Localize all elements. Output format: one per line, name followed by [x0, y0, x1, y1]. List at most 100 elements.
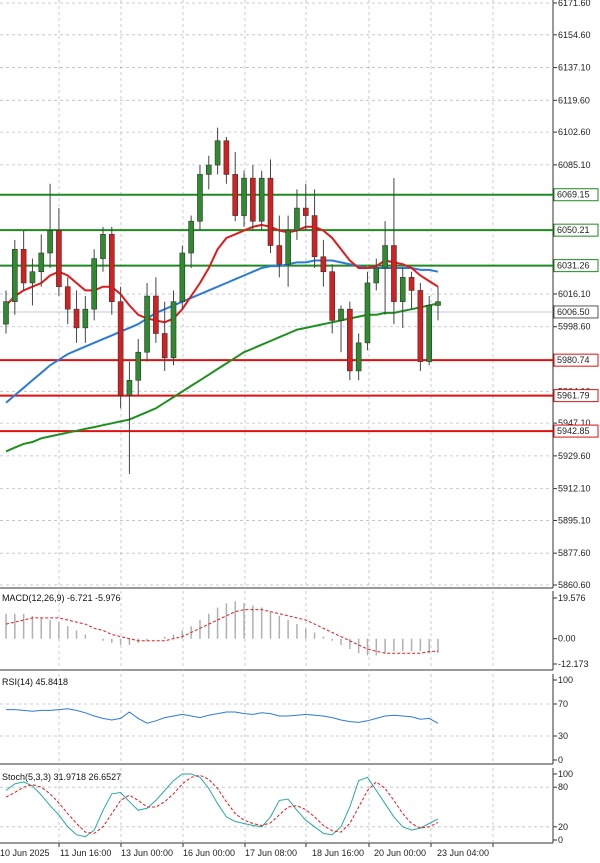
- price-panel[interactable]: 6171.60 6154.60 6137.10 6119.60 6102.60 6085.…: [0, 0, 599, 590]
- price-tick-label: 5912.10: [558, 484, 591, 494]
- candle-body: [108, 234, 115, 302]
- candle-body: [258, 177, 265, 222]
- candle-body: [338, 308, 344, 321]
- stoch-signal-line: [5, 774, 439, 834]
- candle: [302, 183, 309, 231]
- candle-body: [100, 234, 106, 259]
- candle: [153, 277, 159, 343]
- candle-body: [329, 271, 336, 321]
- time-label: 11 Jun 16:00: [60, 848, 111, 858]
- price-tick-label: 5877.60: [558, 548, 591, 558]
- level-tag-6031.26: 6031.26: [557, 261, 590, 271]
- candle: [373, 258, 380, 291]
- candle: [20, 230, 27, 291]
- candle: [364, 271, 371, 351]
- candle: [285, 215, 291, 287]
- candle-body: [135, 351, 142, 381]
- stoch-tick-label: 20: [558, 822, 568, 832]
- candle: [117, 286, 124, 409]
- candle: [91, 249, 97, 321]
- level-price-tags: 6069.15 6050.21 6031.26 5980.74 5961.79 5942.…: [553, 188, 599, 438]
- candle-body: [144, 295, 150, 353]
- candle-body: [232, 174, 239, 216]
- candle: [214, 127, 221, 175]
- price-tick-label: 5860.60: [558, 580, 591, 590]
- candle: [347, 301, 353, 381]
- candle-body: [20, 248, 27, 284]
- candle: [188, 215, 194, 268]
- stoch-panel[interactable]: Stoch(5,3,3) 31.9718 26.6527 100 80 20 0: [0, 769, 573, 845]
- candle-body: [426, 305, 432, 362]
- candle-body: [223, 140, 230, 175]
- candle: [294, 189, 300, 240]
- time-label: 17 Jun 08:00: [245, 848, 297, 858]
- price-tick-label: 5929.60: [558, 451, 591, 461]
- candle-body: [267, 177, 274, 246]
- candle-body: [373, 267, 380, 284]
- level-tag-5942.85: 5942.85: [557, 426, 590, 436]
- candle: [197, 165, 203, 231]
- rsi-tick-label: 70: [558, 699, 568, 709]
- stoch-main-line: [5, 773, 439, 838]
- candle: [276, 215, 283, 278]
- macd-signal-line: [5, 609, 439, 654]
- candle-body: [117, 301, 124, 396]
- rsi-title: RSI(14) 45.8418: [2, 677, 68, 687]
- time-label: 18 Jun 16:00: [312, 848, 364, 858]
- level-tag-5961.79: 5961.79: [557, 391, 590, 401]
- price-tick-label: 6154.60: [558, 30, 591, 40]
- rsi-tick-label: 30: [558, 731, 568, 741]
- candle: [250, 165, 256, 231]
- current-price-tag: 6006.50: [557, 307, 590, 317]
- candle-body: [179, 252, 186, 302]
- candle: [232, 151, 239, 222]
- macd-panel[interactable]: MACD(12,26,9) -6.721 -5.976 19.576 0.00 -1…: [2, 593, 589, 669]
- price-tick-label: 6137.10: [558, 63, 591, 73]
- macd-tick-label: -12.173: [558, 659, 589, 669]
- price-tick-label: 6016.10: [558, 289, 591, 299]
- candle-body: [364, 282, 371, 344]
- price-tick-label: 6085.10: [558, 160, 591, 170]
- candle: [435, 286, 441, 321]
- candle: [417, 282, 424, 371]
- candle-body: [205, 164, 212, 175]
- candle: [241, 170, 247, 227]
- candle: [73, 290, 80, 343]
- candle: [170, 290, 177, 366]
- candle: [223, 136, 230, 184]
- candle: [12, 239, 18, 315]
- candle-body: [153, 295, 159, 334]
- ma-slow-line: [5, 302, 439, 453]
- candle-body: [276, 245, 283, 265]
- stoch-tick-label: 80: [558, 782, 568, 792]
- ma-fast-line: [5, 223, 439, 324]
- level-tag-6050.21: 6050.21: [557, 225, 590, 235]
- rsi-panel[interactable]: RSI(14) 45.8418 100 70 30 0: [0, 675, 573, 765]
- candle-body: [126, 379, 133, 396]
- candle-body: [311, 215, 318, 258]
- candle-body: [197, 174, 203, 222]
- candle: [135, 339, 142, 396]
- time-label: 16 Jun 00:00: [183, 848, 235, 858]
- candle: [399, 267, 406, 328]
- trading-chart[interactable]: 6171.60 6154.60 6137.10 6119.60 6102.60 6085.…: [0, 0, 600, 863]
- moving-averages: [5, 223, 439, 453]
- rsi-tick-label: 0: [558, 755, 563, 765]
- candle: [179, 245, 186, 310]
- candle: [320, 239, 327, 287]
- candle-body: [391, 245, 397, 302]
- macd-tick-label: 19.576: [558, 593, 586, 603]
- candle-body: [435, 301, 441, 306]
- candle-body: [408, 277, 415, 291]
- price-tick-label: 6119.60: [558, 95, 590, 105]
- candle-body: [91, 258, 97, 310]
- time-label: 23 Jun 04:00: [437, 848, 489, 858]
- candle-body: [29, 271, 36, 284]
- candlesticks: [3, 127, 441, 474]
- stoch-title: Stoch(5,3,3) 31.9718 26.6527: [2, 772, 121, 782]
- candle-body: [47, 230, 53, 254]
- candle-body: [320, 256, 327, 273]
- level-tag-5980.74: 5980.74: [557, 355, 590, 365]
- candle: [38, 234, 45, 287]
- candle: [391, 178, 397, 325]
